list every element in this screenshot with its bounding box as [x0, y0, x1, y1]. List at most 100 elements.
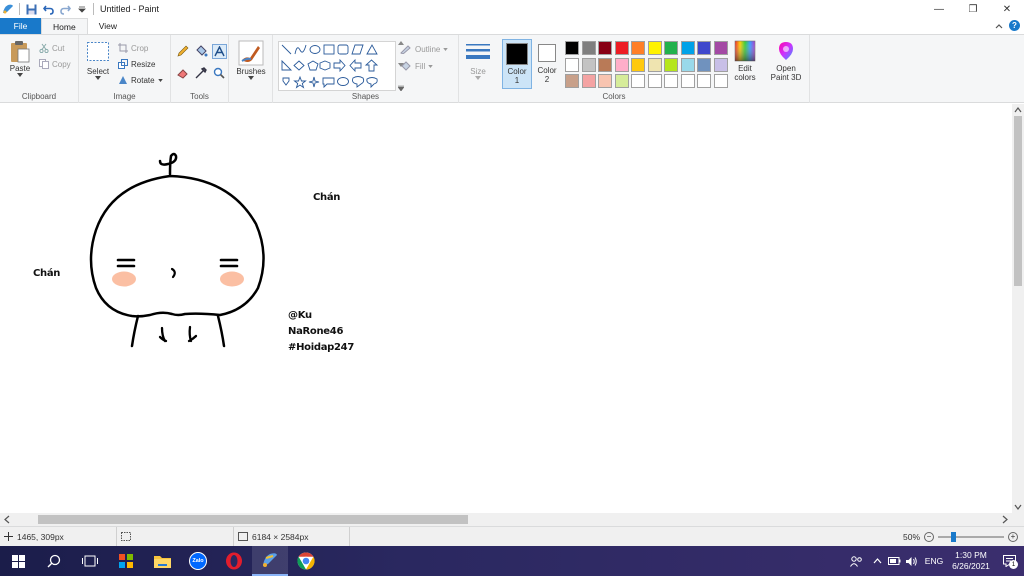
- zoom-out-icon[interactable]: −: [924, 532, 934, 542]
- clock[interactable]: 1:30 PM 6/26/2021: [948, 550, 994, 572]
- start-button[interactable]: [0, 546, 36, 576]
- size-group[interactable]: Size: [459, 35, 498, 103]
- palette-swatch[interactable]: [680, 74, 695, 88]
- selection-size-icon: [121, 532, 131, 541]
- palette-swatch[interactable]: [631, 57, 645, 72]
- taskbar-file-explorer[interactable]: [144, 546, 180, 576]
- palette-swatch[interactable]: [647, 74, 662, 88]
- copy-button[interactable]: Copy: [39, 57, 71, 71]
- palette-swatch[interactable]: [664, 74, 678, 88]
- tab-view[interactable]: View: [88, 18, 128, 34]
- palette-swatch[interactable]: [581, 41, 596, 55]
- palette-swatch[interactable]: [631, 41, 645, 55]
- notification-center[interactable]: 1: [994, 555, 1024, 569]
- tab-home[interactable]: Home: [41, 18, 88, 34]
- palette-swatch[interactable]: [697, 41, 711, 55]
- taskbar-zalo[interactable]: Zalo: [180, 546, 216, 576]
- palette-swatch[interactable]: [680, 57, 695, 72]
- battery-icon[interactable]: [886, 557, 902, 565]
- palette-swatch[interactable]: [581, 74, 596, 88]
- zoom-slider[interactable]: [938, 532, 1004, 542]
- color1-button[interactable]: Color 1: [502, 39, 532, 89]
- palette-swatch[interactable]: [614, 41, 629, 55]
- crop-button[interactable]: Crop: [118, 41, 163, 55]
- palette-swatch[interactable]: [598, 41, 612, 55]
- palette-swatch[interactable]: [647, 41, 662, 55]
- resize-button[interactable]: Resize: [118, 57, 163, 71]
- palette-swatch[interactable]: [647, 57, 662, 72]
- select-button[interactable]: Select: [85, 41, 111, 80]
- chevron-up-icon[interactable]: [868, 558, 886, 564]
- fill-button[interactable]: Fill: [400, 59, 448, 73]
- brushes-button[interactable]: Brushes: [236, 40, 266, 80]
- palette-swatch[interactable]: [697, 74, 711, 88]
- taskbar-chrome[interactable]: [288, 546, 324, 576]
- taskbar-app-store[interactable]: [108, 546, 144, 576]
- horizontal-scroll-thumb[interactable]: [38, 515, 468, 524]
- fill-bucket-icon[interactable]: [194, 44, 210, 60]
- size-button[interactable]: Size: [465, 42, 491, 80]
- drawing-canvas[interactable]: Chán Chán @Ku NaRone46 #Hoidap247: [0, 104, 1012, 513]
- palette-swatch[interactable]: [697, 57, 711, 72]
- palette-swatch[interactable]: [614, 74, 629, 88]
- search-button[interactable]: [36, 546, 72, 576]
- eraser-icon[interactable]: [176, 66, 192, 82]
- color2-button[interactable]: Color 2: [534, 41, 560, 84]
- palette-swatch[interactable]: [713, 57, 728, 72]
- scroll-down-icon[interactable]: [1012, 502, 1024, 512]
- palette-swatch[interactable]: [565, 57, 579, 72]
- help-icon[interactable]: ?: [1009, 20, 1020, 31]
- scroll-right-icon[interactable]: [1000, 513, 1010, 526]
- palette-swatch[interactable]: [565, 41, 579, 55]
- tab-file[interactable]: File: [0, 18, 41, 34]
- palette-swatch[interactable]: [581, 57, 596, 72]
- scroll-up-icon[interactable]: [1012, 105, 1024, 115]
- rotate-button[interactable]: Rotate: [118, 73, 163, 87]
- palette-swatch[interactable]: [664, 41, 678, 55]
- cut-button[interactable]: Cut: [39, 41, 71, 55]
- palette-swatch[interactable]: [614, 57, 629, 72]
- paint-app-icon[interactable]: [2, 3, 14, 15]
- zoom-in-icon[interactable]: +: [1008, 532, 1018, 542]
- volume-icon[interactable]: [902, 556, 920, 567]
- task-view-button[interactable]: [72, 546, 108, 576]
- pencil-icon[interactable]: [176, 44, 192, 60]
- palette-swatch[interactable]: [713, 41, 728, 55]
- open-paint3d-button[interactable]: Open Paint 3D: [767, 40, 805, 82]
- customize-toolbar-icon[interactable]: [76, 3, 88, 15]
- clipboard-small-buttons: Cut Copy: [39, 41, 71, 71]
- text-tool-icon[interactable]: [212, 44, 227, 59]
- people-icon[interactable]: [844, 555, 868, 567]
- save-icon[interactable]: [25, 3, 37, 15]
- palette-swatch[interactable]: [664, 57, 678, 72]
- palette-swatch[interactable]: [598, 74, 612, 88]
- input-language[interactable]: ENG: [920, 556, 948, 566]
- close-button[interactable]: ✕: [990, 0, 1024, 18]
- taskbar-opera[interactable]: [216, 546, 252, 576]
- magnifier-icon[interactable]: [212, 66, 228, 82]
- vertical-scroll-thumb[interactable]: [1014, 116, 1022, 286]
- zoom-controls: 50% − +: [903, 527, 1018, 547]
- undo-icon[interactable]: [42, 3, 54, 15]
- horizontal-scrollbar[interactable]: [0, 513, 1012, 526]
- vertical-scrollbar[interactable]: [1012, 104, 1024, 513]
- shapes-gallery[interactable]: [278, 41, 396, 91]
- palette-swatch[interactable]: [631, 74, 645, 88]
- taskbar-paint[interactable]: [252, 546, 288, 576]
- color-picker-icon[interactable]: [194, 66, 210, 82]
- brushes-group[interactable]: Brushes: [229, 35, 273, 103]
- edit-colors-button[interactable]: Edit colors: [732, 40, 758, 82]
- zoom-slider-thumb[interactable]: [951, 532, 956, 542]
- paste-button[interactable]: Paste: [6, 40, 34, 88]
- palette-swatch[interactable]: [713, 74, 728, 88]
- collapse-ribbon-icon[interactable]: [995, 21, 1003, 31]
- fill-label: Fill: [415, 61, 426, 71]
- minimize-button[interactable]: —: [922, 0, 956, 18]
- scroll-left-icon[interactable]: [2, 513, 12, 526]
- outline-button[interactable]: Outline: [400, 42, 449, 56]
- restore-button[interactable]: ❐: [956, 0, 990, 18]
- palette-swatch[interactable]: [598, 57, 612, 72]
- palette-swatch[interactable]: [680, 41, 695, 55]
- redo-icon[interactable]: [59, 3, 71, 15]
- palette-swatch[interactable]: [565, 74, 579, 88]
